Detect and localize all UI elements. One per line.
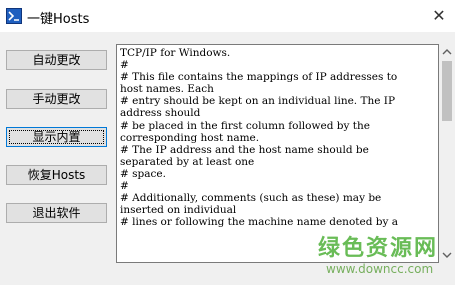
watermark-name: 绿色资源网 (318, 236, 439, 261)
scroll-thumb[interactable] (442, 61, 452, 121)
app-icon (6, 8, 22, 24)
window-title: 一键Hosts (27, 12, 90, 27)
watermark-url: www.downcc.com (326, 262, 434, 276)
watermark: 绿色资源网 www.downcc.com (318, 230, 450, 280)
close-button[interactable]: ✕ (427, 4, 451, 28)
exit-button[interactable]: 退出软件 (6, 203, 107, 223)
focus-ring (9, 130, 104, 144)
restore-hosts-button[interactable]: 恢复Hosts (6, 165, 107, 185)
show-builtin-button[interactable]: 显示内置 (6, 127, 107, 147)
manual-change-button[interactable]: 手动更改 (6, 89, 107, 109)
auto-change-button[interactable]: 自动更改 (6, 50, 107, 70)
scroll-up-arrow-icon[interactable] (439, 44, 455, 60)
title-bar: 一键Hosts ✕ (0, 0, 455, 32)
hosts-content: TCP/IP for Windows. # # This file contai… (120, 47, 399, 229)
